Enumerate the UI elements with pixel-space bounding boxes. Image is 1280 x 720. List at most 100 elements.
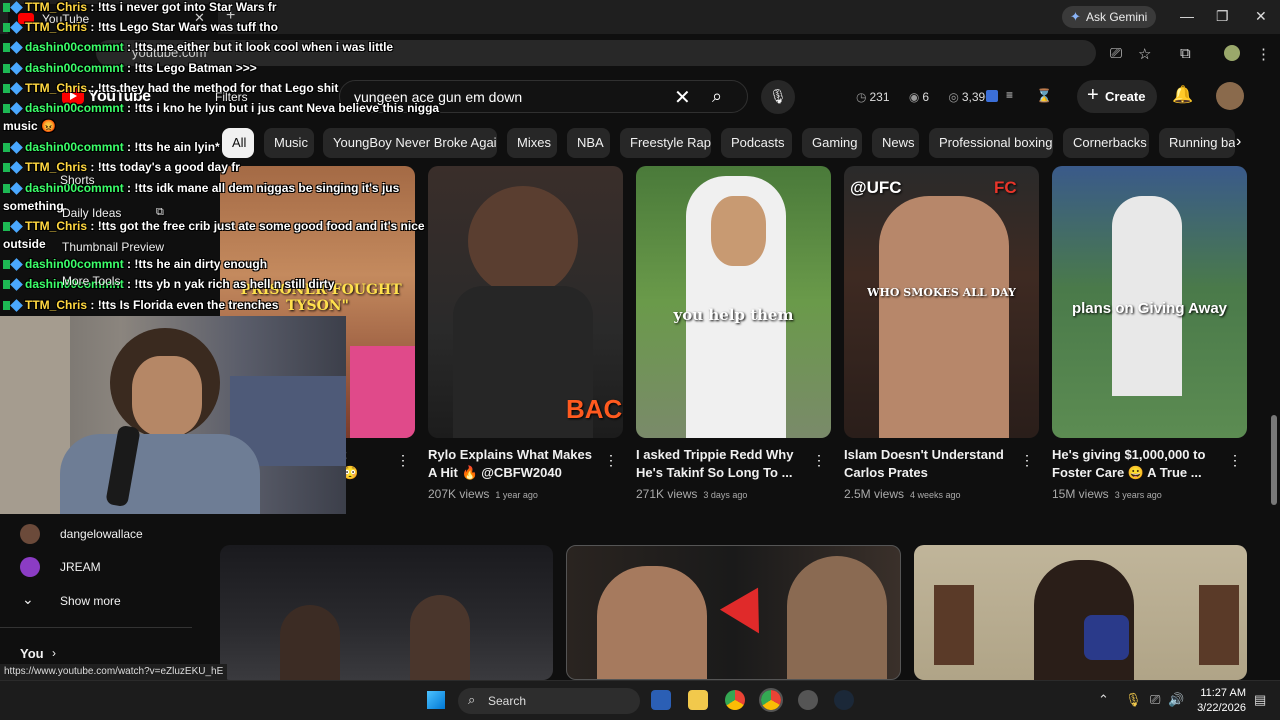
- chrome-icon[interactable]: [725, 690, 745, 710]
- extension-filter-icon[interactable]: ⌛: [1036, 88, 1052, 104]
- video-3-title[interactable]: I asked Trippie Redd Why He's Takinf So …: [636, 446, 806, 482]
- chat-message: TTM_Chris : !tts Is Florida even the tre…: [3, 298, 278, 312]
- tray-microphone-icon[interactable]: 🎙: [1125, 692, 1142, 708]
- chat-text: !tts Lego Star Wars was tuff tho: [97, 20, 278, 34]
- scrollbar-thumb[interactable]: [1271, 415, 1277, 505]
- extension-badge-icon[interactable]: [986, 90, 998, 102]
- chat-message: music 😡: [3, 119, 56, 133]
- video-2-more-icon[interactable]: ⋮: [604, 452, 618, 469]
- taskbar-search[interactable]: ⌕ Search: [458, 688, 640, 714]
- gem-badge-icon: [10, 141, 23, 154]
- chip-mixes[interactable]: Mixes: [507, 128, 557, 158]
- thumb-person-6b: [410, 595, 470, 680]
- chat-separator: :: [123, 181, 135, 195]
- video-2-title[interactable]: Rylo Explains What Makes A Hit 🔥 @CBFW20…: [428, 446, 598, 482]
- account-avatar[interactable]: [1216, 82, 1244, 110]
- bookmark-star-icon[interactable]: ☆: [1138, 45, 1151, 63]
- chrome-active-icon[interactable]: [759, 688, 783, 712]
- red-arrow-icon: [719, 587, 779, 645]
- file-explorer-icon[interactable]: [688, 690, 708, 710]
- chip-freestyle-rap[interactable]: Freestyle Rap: [620, 128, 711, 158]
- create-button[interactable]: + Create: [1077, 80, 1157, 113]
- tray-chevron-up-icon[interactable]: ⌃: [1098, 692, 1109, 708]
- voice-search-button[interactable]: 🎙: [761, 80, 795, 114]
- close-window-button[interactable]: ✕: [1255, 8, 1267, 25]
- chip-cornerbacks[interactable]: Cornerbacks: [1063, 128, 1149, 158]
- chat-text: outside: [3, 237, 46, 251]
- extension-list-icon[interactable]: ≡: [1006, 88, 1013, 102]
- video-1-more-icon[interactable]: ⋮: [396, 452, 410, 469]
- chat-separator: :: [87, 20, 98, 34]
- store-app-icon[interactable]: [651, 690, 671, 710]
- chip-professional-boxing[interactable]: Professional boxing: [929, 128, 1053, 158]
- chat-message: dashin00commnt : !tts Lego Batman >>>: [3, 61, 257, 75]
- cam-face: [132, 356, 202, 436]
- sword-badge-icon: [3, 184, 10, 193]
- sword-badge-icon: [3, 3, 10, 12]
- gem-badge-icon: [10, 182, 23, 195]
- tray-volume-icon[interactable]: 🔊: [1168, 692, 1184, 708]
- steam-app-icon[interactable]: [834, 690, 854, 710]
- cast-icon[interactable]: ⎚: [1110, 45, 1122, 62]
- minimize-button[interactable]: —: [1180, 8, 1194, 24]
- obs-app-icon[interactable]: [798, 690, 818, 710]
- chat-username: TTM_Chris: [25, 20, 88, 34]
- chat-text: !tts Is Florida even the trenches: [97, 298, 279, 312]
- video-5-more-icon[interactable]: ⋮: [1228, 452, 1242, 469]
- search-icon[interactable]: ⌕: [712, 86, 722, 107]
- chat-text: something.: [3, 199, 68, 213]
- profile-icon[interactable]: [1224, 45, 1240, 61]
- ask-gemini-button[interactable]: ✦ Ask Gemini: [1062, 6, 1156, 28]
- thumb-text-3: you help them: [673, 306, 794, 324]
- gem-badge-icon: [10, 21, 23, 34]
- notifications-bell-icon[interactable]: 🔔: [1172, 85, 1193, 105]
- thumb-speaker-right: [1199, 585, 1239, 665]
- chat-separator: :: [123, 277, 135, 291]
- chips-next-chevron-icon[interactable]: ›: [1236, 133, 1241, 151]
- video-thumbnail-8[interactable]: [914, 545, 1247, 680]
- notification-center-icon[interactable]: ▤: [1254, 692, 1266, 708]
- chip-podcasts[interactable]: Podcasts: [721, 128, 792, 158]
- page-scrollbar[interactable]: [1268, 72, 1280, 680]
- video-3-more-icon[interactable]: ⋮: [812, 452, 826, 469]
- video-4-meta: 2.5M views 4 weeks ago: [844, 487, 961, 501]
- video-5-title[interactable]: He's giving $1,000,000 to Foster Care 😀 …: [1052, 446, 1222, 482]
- chat-text: !tts i kno he lyin but i jus cant Neva b…: [134, 101, 440, 115]
- thumb-person-4: [879, 196, 1009, 438]
- chat-text: !tts i never got into Star Wars fr: [97, 0, 277, 14]
- maximize-button[interactable]: ❐: [1216, 8, 1229, 25]
- chat-message: dashin00commnt : !tts he ain lyin*: [3, 140, 220, 154]
- sidebar-item-dangelowallace[interactable]: dangelowallace: [60, 527, 143, 541]
- video-3-age: 3 days ago: [703, 490, 748, 500]
- video-thumbnail-5[interactable]: plans on Giving Away: [1052, 166, 1247, 438]
- external-link-icon: ⧉: [156, 206, 164, 218]
- chip-gaming[interactable]: Gaming: [802, 128, 862, 158]
- taskbar-clock[interactable]: 11:27 AM 3/22/2026: [1190, 686, 1246, 716]
- tray-network-icon[interactable]: ⎚: [1150, 692, 1160, 708]
- video-thumbnail-2[interactable]: BAC: [428, 166, 623, 438]
- create-label: Create: [1105, 89, 1146, 104]
- video-thumbnail-4[interactable]: @UFC FC WHO SMOKES ALL DAY: [844, 166, 1039, 438]
- chevron-down-icon[interactable]: ⌄: [22, 591, 34, 608]
- sidebar-you[interactable]: You: [20, 646, 44, 661]
- chip-news[interactable]: News: [872, 128, 919, 158]
- video-4-title[interactable]: Islam Doesn't Understand Carlos Prates: [844, 446, 1014, 482]
- browser-menu-icon[interactable]: ⋮: [1256, 45, 1271, 63]
- chat-message: TTM_Chris : !tts Lego Star Wars was tuff…: [3, 20, 278, 34]
- video-thumbnail-7[interactable]: [566, 545, 901, 680]
- video-4-more-icon[interactable]: ⋮: [1020, 452, 1034, 469]
- chat-message: TTM_Chris : !tts i never got into Star W…: [3, 0, 277, 14]
- extensions-icon[interactable]: ⧉: [1180, 45, 1191, 62]
- gem-badge-icon: [10, 161, 23, 174]
- windows-start-icon[interactable]: [427, 691, 445, 709]
- chat-username: TTM_Chris: [25, 298, 88, 312]
- thumb-bandana: [1084, 615, 1129, 660]
- chip-nba[interactable]: NBA: [567, 128, 610, 158]
- video-thumbnail-6[interactable]: [220, 545, 553, 680]
- video-thumbnail-3[interactable]: you help them: [636, 166, 831, 438]
- chat-message: outside: [3, 237, 46, 251]
- sidebar-item-jream[interactable]: JREAM: [60, 560, 101, 574]
- chip-running-ba[interactable]: Running ba: [1159, 128, 1235, 158]
- sidebar-show-more[interactable]: Show more: [60, 594, 121, 608]
- clear-search-icon[interactable]: ✕: [674, 85, 691, 110]
